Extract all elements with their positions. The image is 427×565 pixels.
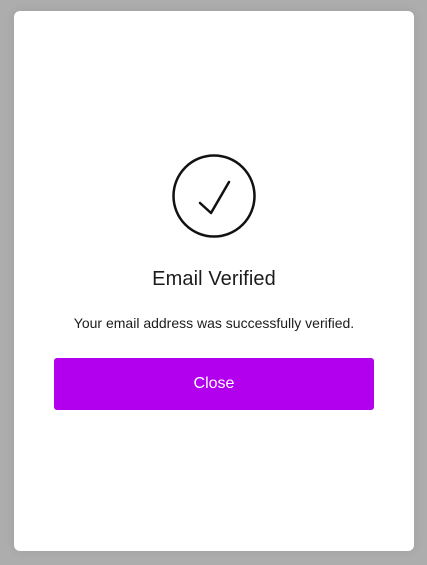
email-verified-dialog: Email Verified Your email address was su…: [14, 11, 414, 551]
check-circle-icon: [172, 154, 256, 238]
dialog-message: Your email address was successfully veri…: [73, 315, 355, 331]
dialog-title: Email Verified: [152, 268, 276, 290]
close-button[interactable]: Close: [54, 358, 374, 410]
